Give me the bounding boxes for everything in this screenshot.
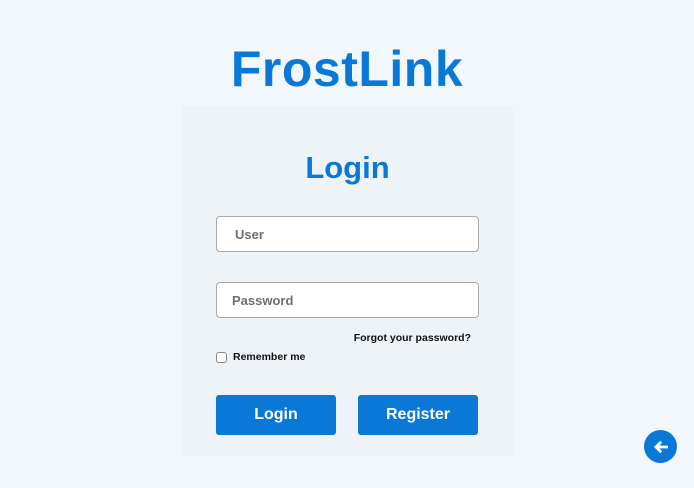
password-input[interactable]: [216, 282, 479, 318]
remember-me-label: Remember me: [233, 351, 306, 363]
arrow-left-icon: [653, 440, 668, 453]
register-button[interactable]: Register: [358, 395, 478, 435]
remember-me: Remember me: [216, 350, 305, 364]
brand-title: FrostLink: [230, 41, 464, 97]
login-title: Login: [305, 150, 390, 185]
login-button[interactable]: Login: [216, 395, 336, 435]
back-button[interactable]: [644, 430, 677, 463]
remember-me-checkbox[interactable]: [216, 351, 227, 363]
forgot-password-link[interactable]: Forgot your password?: [354, 331, 471, 345]
user-input[interactable]: [216, 216, 479, 252]
